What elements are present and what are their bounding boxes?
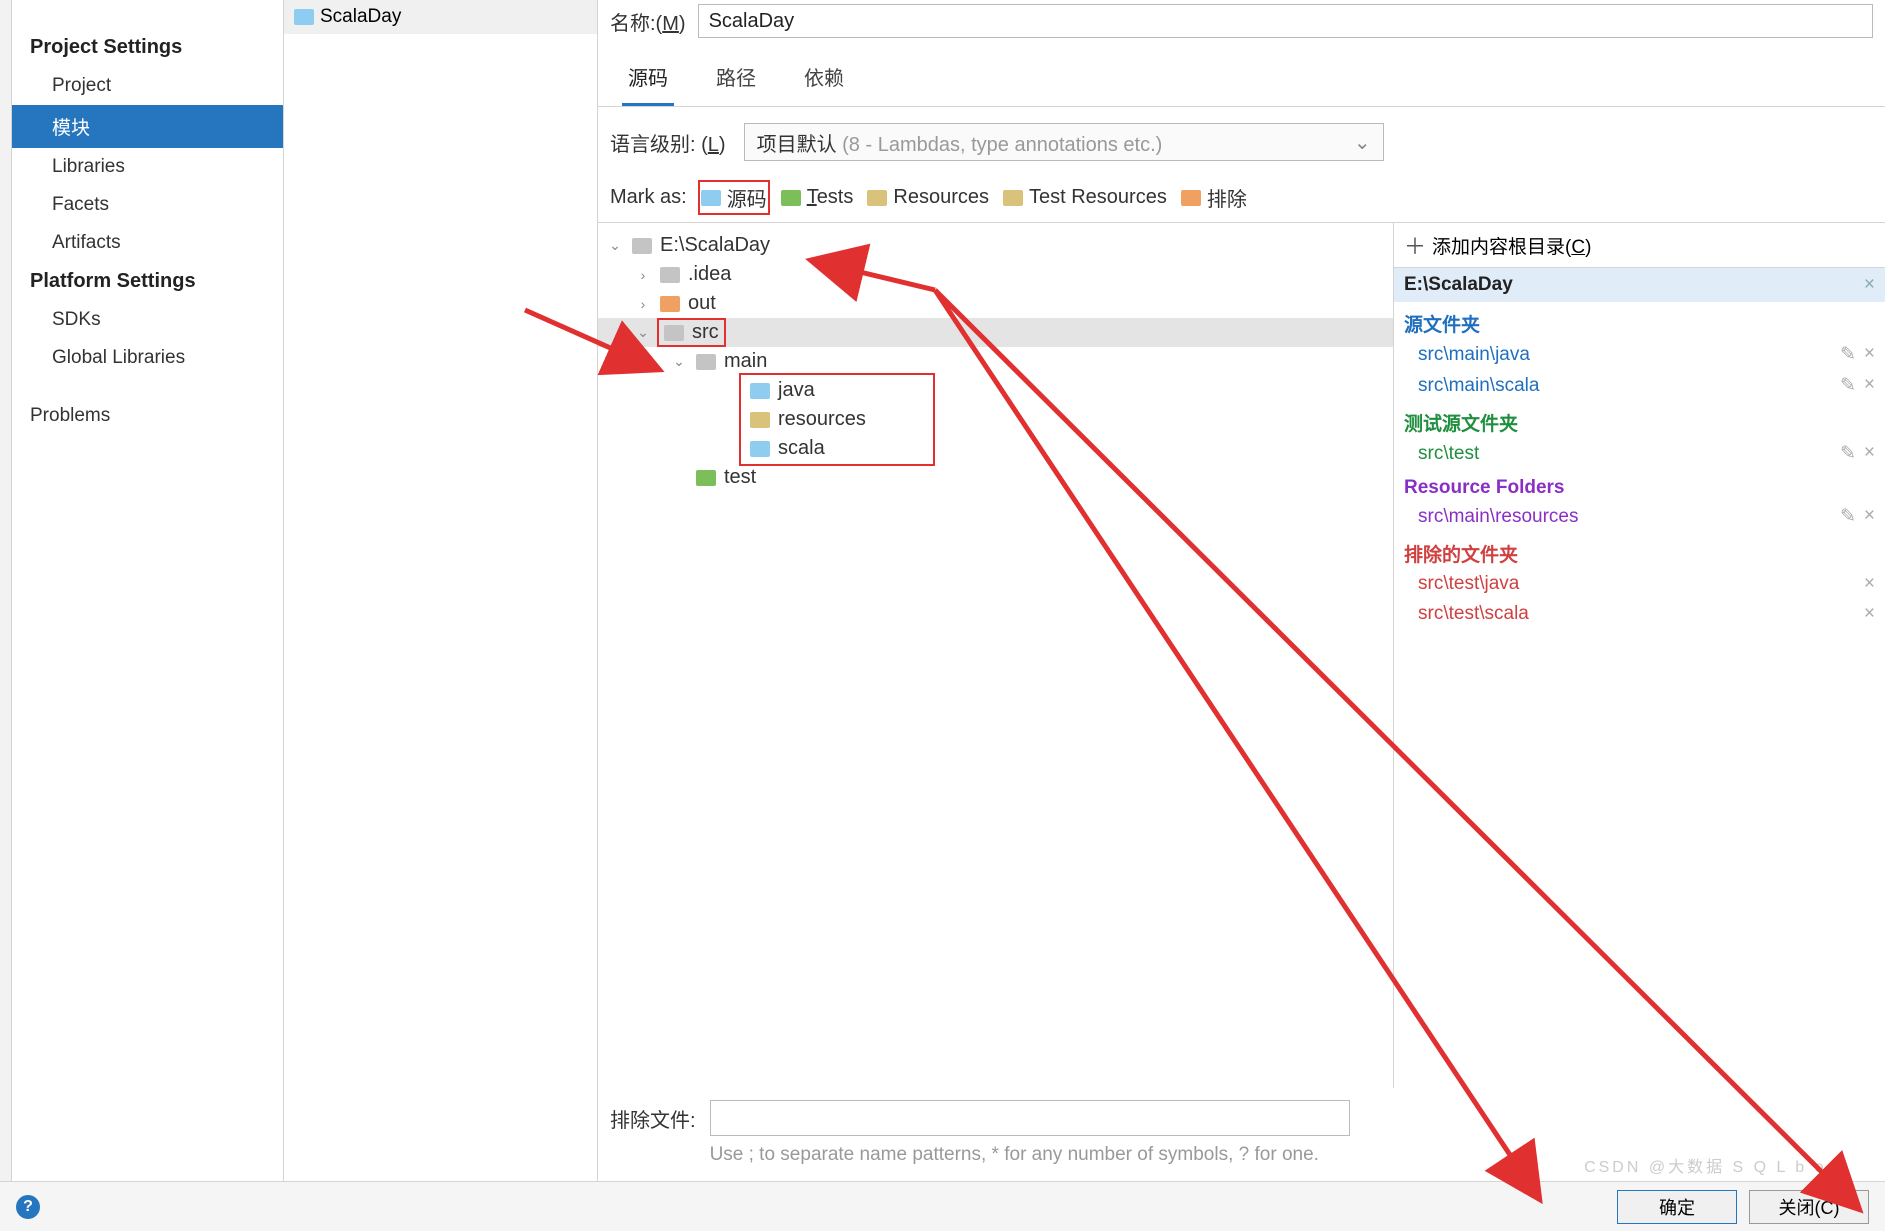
- tree-node-scala[interactable]: scala: [742, 434, 932, 463]
- remove-icon[interactable]: ×: [1864, 573, 1875, 595]
- tests-section-title: 测试源文件夹: [1394, 401, 1885, 438]
- excluded-path[interactable]: src\test\scala×: [1394, 599, 1885, 629]
- tab-paths[interactable]: 路径: [710, 48, 762, 106]
- ok-button[interactable]: 确定: [1617, 1190, 1737, 1224]
- tab-dependencies[interactable]: 依赖: [798, 48, 850, 106]
- language-level-value: 项目默认: [757, 134, 837, 156]
- sidebar-item-modules[interactable]: 模块: [12, 105, 283, 148]
- module-list-panel: ScalaDay: [284, 0, 598, 1181]
- platform-settings-title: Platform Settings: [12, 262, 283, 301]
- tree-node-test[interactable]: test: [598, 463, 1393, 492]
- folder-icon: [750, 383, 770, 399]
- gutter: [0, 0, 12, 1181]
- tree-node-out[interactable]: › out: [598, 289, 1393, 318]
- sources-section-title: 源文件夹: [1394, 302, 1885, 339]
- remove-root-icon[interactable]: ×: [1864, 274, 1875, 296]
- folder-icon: [696, 470, 716, 486]
- test-path[interactable]: src\test✎×: [1394, 438, 1885, 469]
- expand-icon[interactable]: ⌄: [670, 353, 688, 370]
- folder-icon: [660, 267, 680, 283]
- sources-folder-icon: [701, 190, 721, 206]
- watermark: CSDN @大数据 S Q L b o y: [1584, 1153, 1845, 1177]
- folder-icon: [750, 412, 770, 428]
- excluded-section-title: 排除的文件夹: [1394, 532, 1885, 569]
- remove-icon[interactable]: ×: [1864, 343, 1875, 366]
- mark-as-row: Mark as: 源码 Tests Resources Test Resourc…: [598, 177, 1885, 222]
- mark-sources-button[interactable]: 源码: [701, 183, 767, 212]
- source-path[interactable]: src\main\java✎×: [1394, 339, 1885, 370]
- sidebar-item-global-libraries[interactable]: Global Libraries: [12, 339, 283, 377]
- remove-icon[interactable]: ×: [1864, 374, 1875, 397]
- edit-icon[interactable]: ✎: [1840, 442, 1856, 465]
- module-item-scaladay[interactable]: ScalaDay: [284, 0, 597, 34]
- sidebar-item-sdks[interactable]: SDKs: [12, 301, 283, 339]
- remove-icon[interactable]: ×: [1864, 603, 1875, 625]
- folder-icon: [750, 441, 770, 457]
- tree-node-src[interactable]: ⌄ src: [598, 318, 1393, 347]
- exclude-files-label: 排除文件:: [610, 1100, 696, 1133]
- language-level-hint: (8 - Lambdas, type annotations etc.): [842, 134, 1162, 156]
- settings-sidebar: Project Settings Project 模块 Libraries Fa…: [12, 0, 284, 1181]
- sidebar-item-problems[interactable]: Problems: [12, 397, 283, 435]
- expand-icon[interactable]: ⌄: [634, 324, 652, 341]
- dialog-footer: ? 确定 关闭(C): [0, 1181, 1885, 1231]
- sidebar-item-project[interactable]: Project: [12, 67, 283, 105]
- mark-resources-button[interactable]: Resources: [867, 186, 989, 209]
- expand-icon[interactable]: ›: [634, 296, 652, 312]
- edit-icon[interactable]: ✎: [1840, 374, 1856, 397]
- mark-tests-button[interactable]: Tests: [781, 186, 854, 209]
- resource-path[interactable]: src\main\resources✎×: [1394, 501, 1885, 532]
- expand-icon[interactable]: ›: [634, 267, 652, 283]
- remove-icon[interactable]: ×: [1864, 442, 1875, 465]
- main-panel: 名称:(M) 源码 路径 依赖 语言级别: (L) 项目默认 (8 - Lamb…: [598, 0, 1885, 1181]
- tree-root[interactable]: ⌄ E:\ScalaDay: [598, 231, 1393, 260]
- tree-node-java[interactable]: java: [742, 376, 932, 405]
- name-label: 名称:(M): [610, 7, 686, 36]
- mark-test-resources-button[interactable]: Test Resources: [1003, 186, 1167, 209]
- module-name-input[interactable]: [698, 4, 1873, 38]
- close-button[interactable]: 关闭(C): [1749, 1190, 1869, 1224]
- tests-folder-icon: [781, 190, 801, 206]
- expand-icon[interactable]: ⌄: [606, 237, 624, 254]
- tree-node-resources[interactable]: resources: [742, 405, 932, 434]
- chevron-down-icon: ⌄: [1354, 130, 1371, 155]
- sidebar-item-facets[interactable]: Facets: [12, 186, 283, 224]
- resources-folder-icon: [867, 190, 887, 206]
- language-level-select[interactable]: 项目默认 (8 - Lambdas, type annotations etc.…: [744, 123, 1384, 161]
- tab-sources[interactable]: 源码: [622, 48, 674, 106]
- folder-icon: [660, 296, 680, 312]
- excluded-path[interactable]: src\test\java×: [1394, 569, 1885, 599]
- remove-icon[interactable]: ×: [1864, 505, 1875, 528]
- edit-icon[interactable]: ✎: [1840, 505, 1856, 528]
- exclude-files-input[interactable]: [710, 1100, 1350, 1136]
- content-roots-panel: ＋ 添加内容根目录(C) E:\ScalaDay × 源文件夹 src\main…: [1393, 223, 1885, 1088]
- plus-icon: ＋: [1404, 229, 1426, 261]
- language-level-label: 语言级别: (L): [610, 128, 726, 157]
- help-icon[interactable]: ?: [16, 1195, 40, 1219]
- sidebar-item-libraries[interactable]: Libraries: [12, 148, 283, 186]
- module-icon: [294, 9, 314, 25]
- project-settings-title: Project Settings: [12, 28, 283, 67]
- add-content-root-button[interactable]: ＋ 添加内容根目录(C): [1394, 223, 1885, 268]
- tree-node-idea[interactable]: › .idea: [598, 260, 1393, 289]
- folder-icon: [664, 325, 684, 341]
- edit-icon[interactable]: ✎: [1840, 343, 1856, 366]
- source-path[interactable]: src\main\scala✎×: [1394, 370, 1885, 401]
- module-label: ScalaDay: [320, 6, 401, 28]
- test-resources-folder-icon: [1003, 190, 1023, 206]
- content-root-path[interactable]: E:\ScalaDay ×: [1394, 268, 1885, 302]
- resources-section-title: Resource Folders: [1394, 469, 1885, 501]
- mark-excluded-button[interactable]: 排除: [1181, 183, 1247, 212]
- mark-as-label: Mark as:: [610, 186, 687, 209]
- sidebar-item-artifacts[interactable]: Artifacts: [12, 224, 283, 262]
- exclude-files-hint: Use ; to separate name patterns, * for a…: [710, 1136, 1350, 1169]
- module-tabs: 源码 路径 依赖: [598, 48, 1885, 107]
- folder-icon: [696, 354, 716, 370]
- tree-node-main[interactable]: ⌄ main: [598, 347, 1393, 376]
- folder-icon: [632, 238, 652, 254]
- excluded-folder-icon: [1181, 190, 1201, 206]
- source-folder-tree[interactable]: ⌄ E:\ScalaDay › .idea › out ⌄: [598, 223, 1393, 1088]
